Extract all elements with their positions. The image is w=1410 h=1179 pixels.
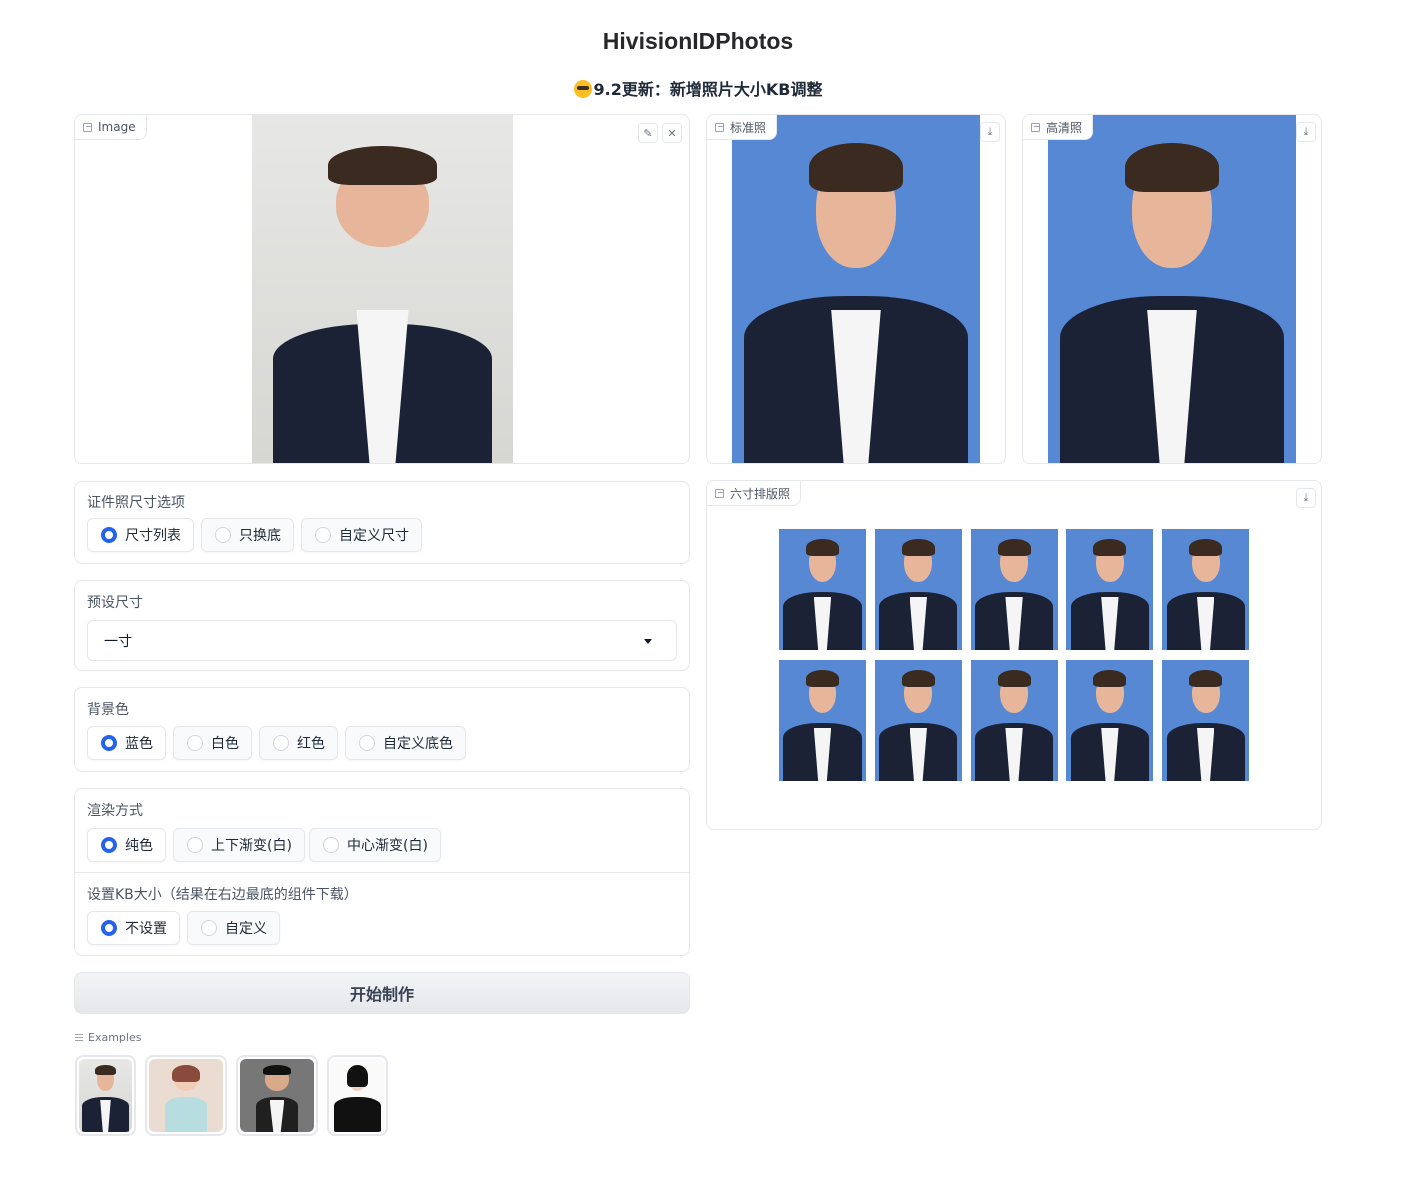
layout-id-photo (1162, 529, 1250, 650)
radio-custom-bg[interactable]: 自定义底色 (345, 726, 466, 760)
input-image-label: Image (75, 115, 147, 140)
standard-photo-label: 标准照 (707, 115, 778, 140)
example-thumb-3[interactable] (236, 1055, 318, 1136)
image-icon (83, 122, 92, 132)
radio-dot (215, 527, 231, 543)
list-icon (75, 1034, 83, 1041)
download-icon[interactable]: ⤓ (1296, 488, 1316, 508)
update-notice: 9.2更新：新增照片大小KB调整 (0, 76, 1396, 100)
radio-dot (359, 735, 375, 751)
layout-photo-label: 六寸排版照 (707, 481, 802, 506)
standard-photo-panel: 标准照 ⤓ (706, 114, 1006, 464)
image-icon (1031, 122, 1040, 132)
layout-photo-panel: 六寸排版照 ⤓ (706, 480, 1322, 830)
size-option-block: 证件照尺寸选项 尺寸列表 只换底 自定义尺寸 (74, 481, 690, 564)
download-icon[interactable]: ⤓ (1296, 122, 1316, 142)
layout-id-photo (779, 660, 866, 781)
download-icon[interactable]: ⤓ (980, 122, 1000, 142)
preset-size-label: 预设尺寸 (87, 595, 143, 611)
examples-header: Examples (75, 1031, 141, 1044)
layout-id-photo (874, 660, 962, 781)
clear-image-button[interactable]: ✕ (662, 123, 682, 143)
radio-custom-kb[interactable]: 自定义 (187, 911, 280, 945)
radio-vertical-gradient[interactable]: 上下渐变(白) (173, 828, 305, 862)
radio-dot (323, 837, 339, 853)
layout-id-photo (970, 529, 1058, 650)
radio-dot (101, 735, 117, 751)
app-title: HivisionIDPhotos (602, 28, 794, 54)
radio-dot (101, 527, 117, 543)
preset-size-dropdown[interactable]: 一寸 (87, 620, 677, 661)
layout-id-photo (1066, 529, 1154, 650)
kb-size-label: 设置KB大小（结果在右边最底的组件下载） (87, 887, 358, 903)
update-notice-text: 9.2更新：新增照片大小KB调整 (593, 80, 823, 99)
radio-dot (101, 920, 117, 936)
layout-id-photo (970, 660, 1058, 781)
start-button[interactable]: 开始制作 (74, 972, 690, 1014)
standard-photo (732, 115, 980, 463)
image-icon (715, 122, 724, 132)
layout-id-photo (1162, 660, 1250, 781)
image-icon (715, 488, 724, 498)
layout-id-photo (874, 529, 962, 650)
radio-white[interactable]: 白色 (173, 726, 252, 760)
example-thumb-4[interactable] (327, 1055, 388, 1136)
hd-photo-panel: 高清照 ⤓ (1022, 114, 1322, 464)
render-mode-label: 渲染方式 (87, 803, 143, 819)
radio-change-bg-only[interactable]: 只换底 (201, 518, 294, 552)
radio-dot (101, 837, 117, 853)
radio-dot (273, 735, 289, 751)
example-thumb-2[interactable] (145, 1055, 227, 1136)
layout-id-photo (779, 529, 866, 650)
radio-blue[interactable]: 蓝色 (87, 726, 166, 760)
example-thumb-1[interactable] (75, 1055, 136, 1136)
radio-dot (315, 527, 331, 543)
sunglasses-emoji-icon (573, 80, 592, 98)
radio-dot (201, 920, 217, 936)
radio-no-kb[interactable]: 不设置 (87, 911, 180, 945)
input-image-panel[interactable]: Image ✎ ✕ (74, 114, 690, 464)
radio-dot (187, 837, 203, 853)
edit-image-button[interactable]: ✎ (638, 123, 658, 143)
hd-photo (1048, 115, 1296, 463)
bg-color-block: 背景色 蓝色 白色 红色 自定义底色 (74, 687, 690, 772)
hd-photo-label: 高清照 (1023, 115, 1094, 140)
layout-photo-grid (779, 529, 1251, 783)
bg-color-label: 背景色 (87, 702, 129, 718)
preset-size-value: 一寸 (104, 633, 132, 650)
radio-red[interactable]: 红色 (259, 726, 338, 760)
radio-solid[interactable]: 纯色 (87, 828, 166, 862)
preset-size-block: 预设尺寸 一寸 (74, 580, 690, 671)
uploaded-photo (252, 115, 513, 463)
divider (75, 872, 689, 873)
layout-id-photo (1066, 660, 1154, 781)
radio-dot (187, 735, 203, 751)
radio-center-gradient[interactable]: 中心渐变(白) (309, 828, 441, 862)
radio-custom-size[interactable]: 自定义尺寸 (301, 518, 422, 552)
chevron-down-icon (644, 639, 652, 644)
size-option-label: 证件照尺寸选项 (87, 495, 185, 511)
radio-size-list[interactable]: 尺寸列表 (87, 518, 194, 552)
